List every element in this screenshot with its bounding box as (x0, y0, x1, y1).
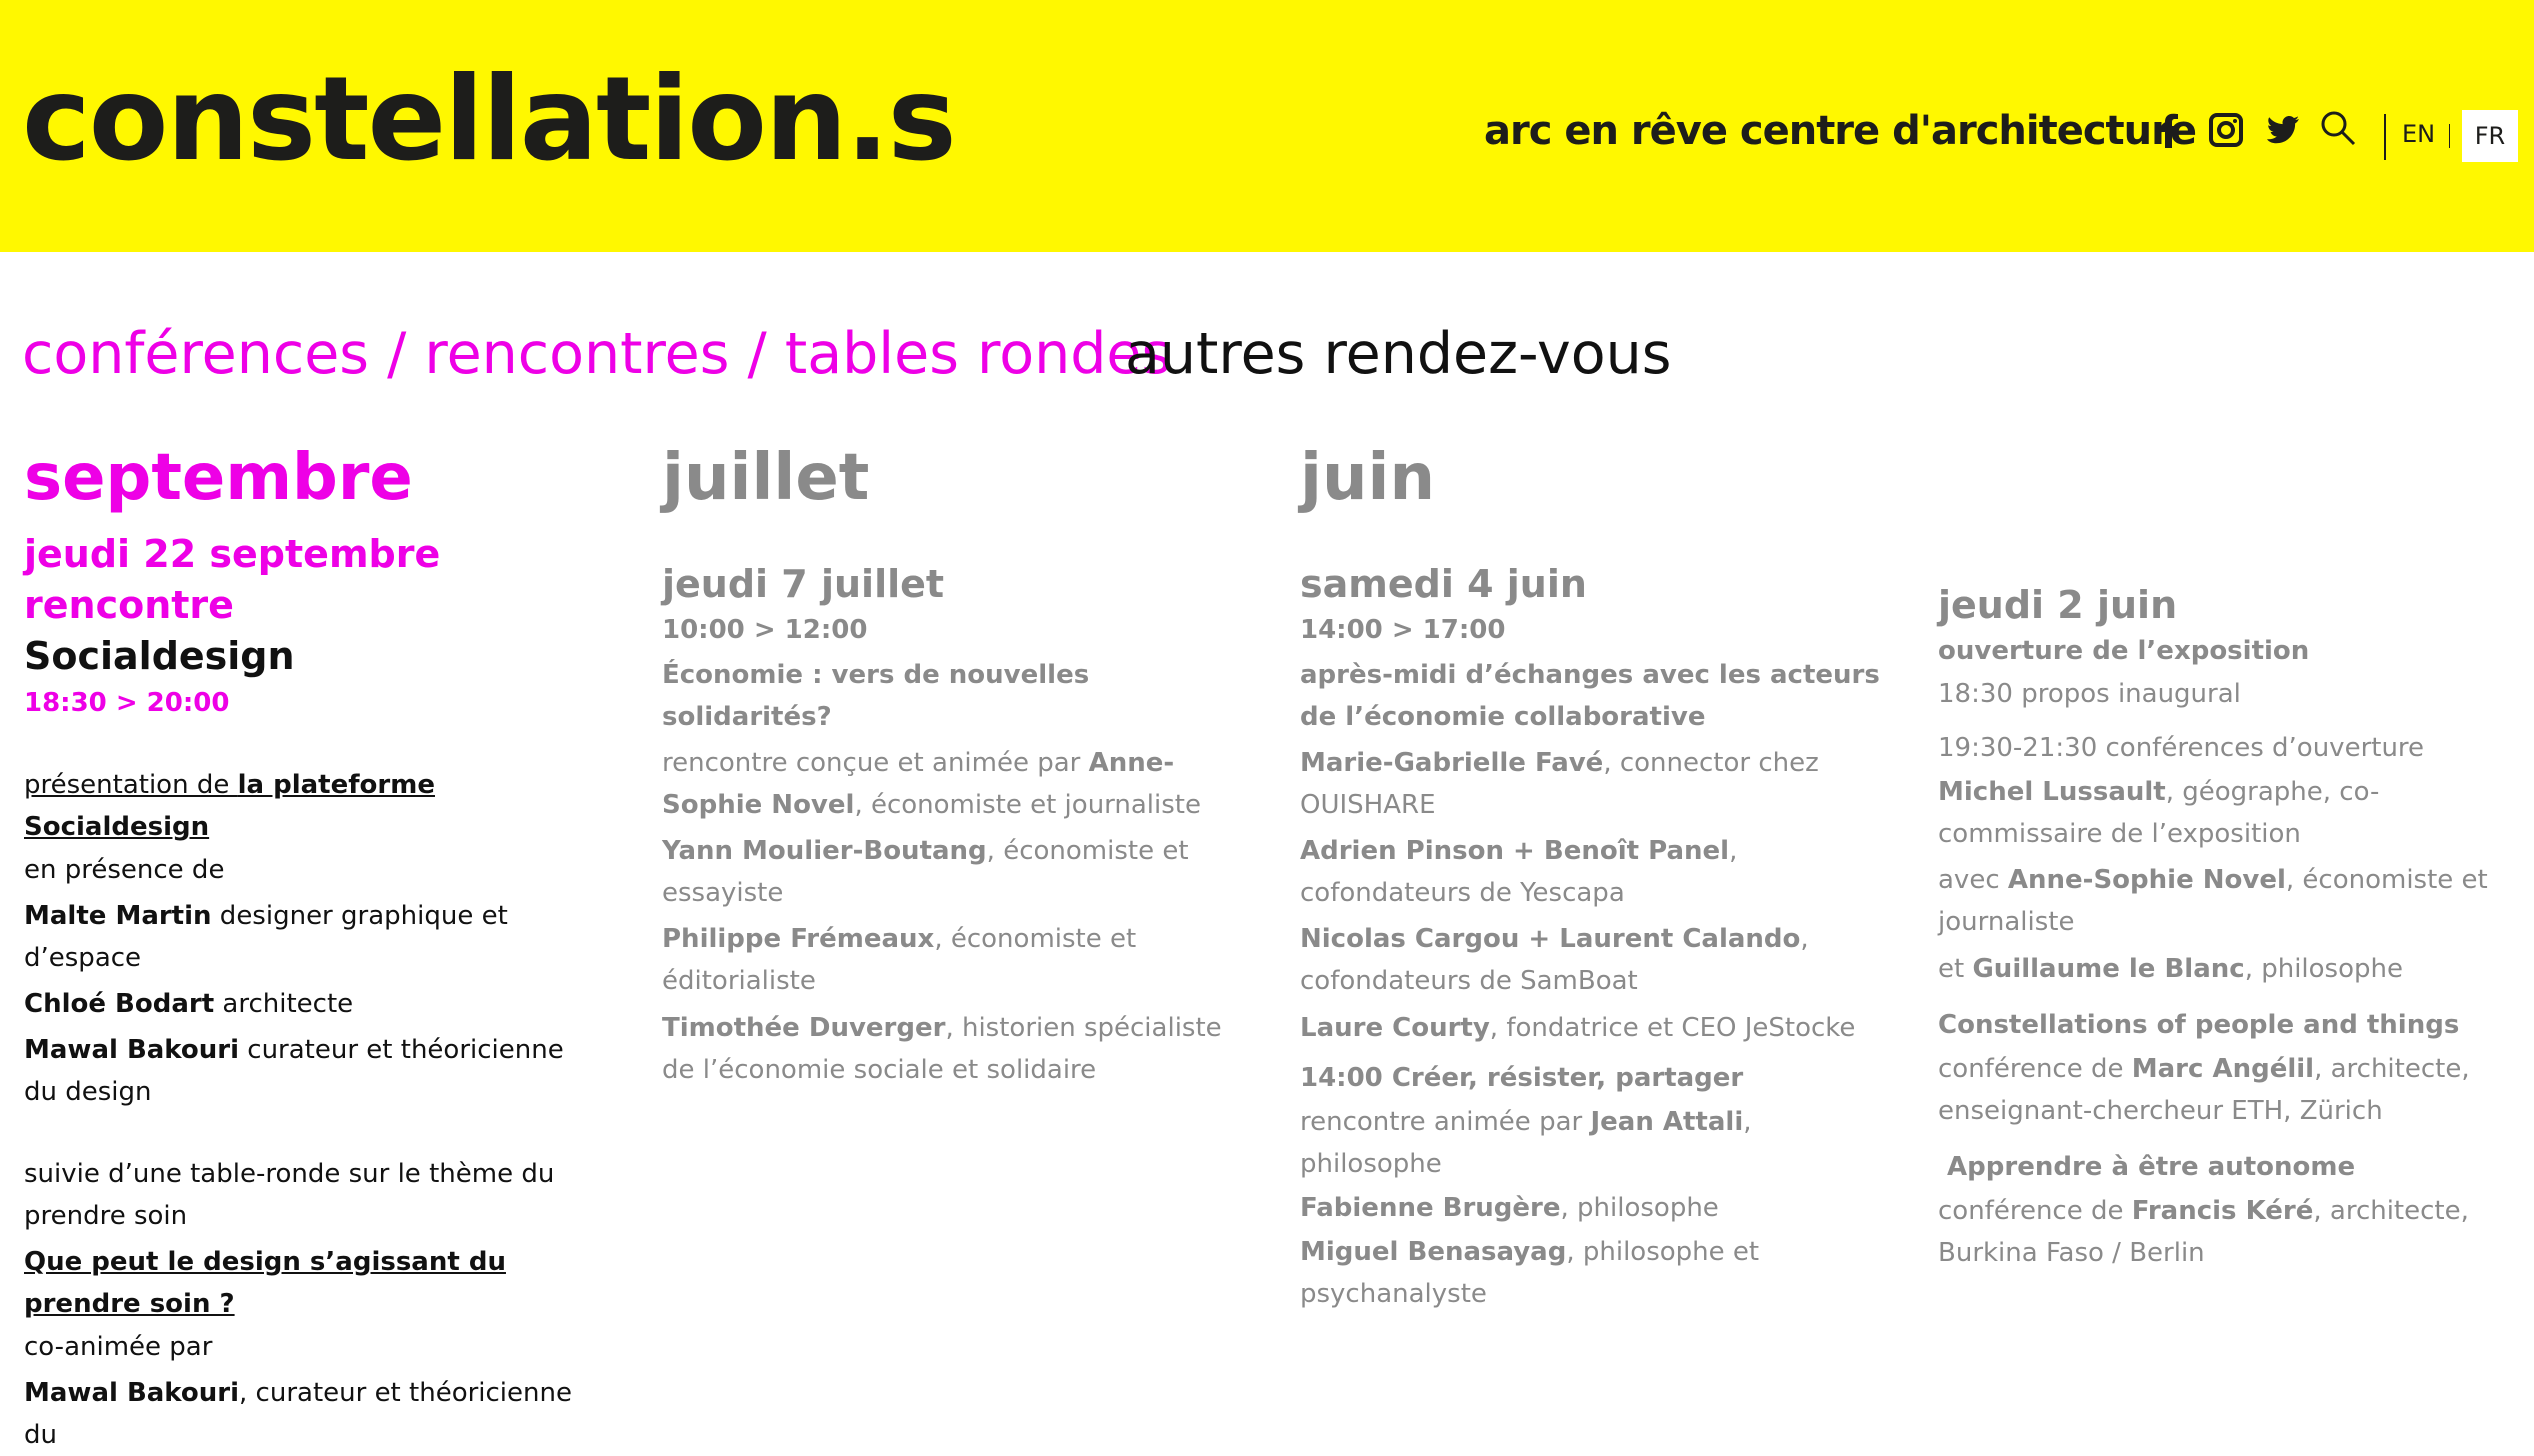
speaker: Mawal Bakouri, curateur et théoricienne … (24, 1372, 604, 1456)
speaker: Mawal Bakouri curateur et théoricienne d… (24, 1029, 604, 1113)
speaker-name: Miguel Benasayag (1300, 1237, 1567, 1268)
event-title: Socialdesign (24, 634, 295, 679)
event-date: jeudi 22 septembre (24, 531, 441, 576)
speaker: Timothée Duverger, historien spécialiste… (662, 1007, 1242, 1091)
speaker-name: Yann Moulier-Boutang (662, 836, 987, 867)
event-time: 14:00 > 17:00 (1300, 615, 1506, 646)
speaker: Laure Courty, fondatrice et CEO JeStocke (1300, 1007, 1880, 1049)
speaker-name: Adrien Pinson + Benoît Panel (1300, 836, 1730, 867)
speaker: avec Anne-Sophie Novel, économiste et jo… (1938, 859, 2518, 943)
speaker-role: , philosophe (1560, 1193, 1719, 1223)
facebook-icon[interactable] (2150, 110, 2190, 150)
speaker: Fabienne Brugère, philosophe (1300, 1187, 1880, 1229)
speaker-name: Mawal Bakouri (24, 1034, 240, 1065)
event-time: 19:30-21:30 conférences d’ouverture (1938, 733, 2425, 763)
speaker: Yann Moulier-Boutang, économiste et essa… (662, 830, 1242, 914)
search-icon[interactable] (2318, 108, 2358, 148)
speaker: Malte Martin designer graphique et d’esp… (24, 895, 604, 979)
speaker-name: Laure Courty (1300, 1012, 1490, 1043)
tab-conferences[interactable]: conférences / rencontres / tables rondes (22, 320, 1171, 388)
speaker: Nicolas Cargou + Laurent Calando, cofond… (1300, 918, 1880, 1002)
column-juin: juin samedi 4 juin 14:00 > 17:00 après-m… (1300, 440, 1880, 1315)
tab-autres-rendez-vous[interactable]: autres rendez-vous (1125, 320, 1671, 388)
speaker: Philippe Frémeaux, économiste et éditori… (662, 918, 1242, 1002)
speaker-name: Philippe Frémeaux (662, 924, 935, 955)
event-subtitle: ouverture de l’exposition (1938, 636, 2310, 667)
presence-text: en présence de (24, 854, 225, 885)
speaker-name: Malte Martin (24, 900, 212, 931)
host-line: rencontre conçue et animée par Anne-Soph… (662, 742, 1242, 826)
event-topic: Économie : vers de nouvelles solidarités… (662, 659, 1090, 732)
event-time: 18:30 propos inaugural (1938, 678, 2241, 709)
coanimated-text: co-animée par (24, 1331, 213, 1362)
column-juin-2: jeudi 2 juin ouverture de l’exposition 1… (1938, 580, 2518, 1274)
event-time: 10:00 > 12:00 (662, 615, 868, 646)
speaker: conférence de Marc Angélil, architecte, … (1938, 1048, 2518, 1132)
event-topic: 14:00 Créer, résister, partager (1300, 1062, 1744, 1093)
host-intro: rencontre animée par (1300, 1106, 1591, 1137)
speaker-name: Francis Kéré (2131, 1196, 2314, 1227)
host-line: rencontre animée par Jean Attali, philos… (1300, 1101, 1880, 1185)
speaker: Adrien Pinson + Benoît Panel, cofondateu… (1300, 830, 1880, 914)
month-heading: septembre (24, 441, 413, 515)
speaker: Michel Lussault, géographe, co-commissai… (1938, 771, 2518, 855)
month-heading: juin (1300, 441, 1435, 515)
month-heading: juillet (662, 441, 870, 515)
speaker-role: , fondatrice et CEO JeStocke (1489, 1012, 1856, 1043)
connector-text: conférence de (1938, 1053, 2132, 1084)
column-septembre: septembre jeudi 22 septembre rencontre S… (24, 440, 604, 1456)
speaker-name: Jean Attali (1590, 1106, 1744, 1137)
speaker-role: , économiste et journaliste (854, 790, 1201, 821)
divider (2449, 124, 2450, 148)
event-date: samedi 4 juin (1300, 561, 1587, 606)
speaker-name: Chloé Bodart (24, 988, 215, 1019)
org-link[interactable]: arc en rêve centre d'architecture (1484, 108, 2197, 154)
speaker: Chloé Bodart architecte (24, 983, 604, 1025)
site-header: constellation.s arc en rêve centre d'arc… (0, 0, 2534, 252)
instagram-icon[interactable] (2206, 110, 2246, 150)
speaker-role: architecte (214, 988, 354, 1019)
speaker: Marie-Gabrielle Favé, connector chez OUI… (1300, 742, 1880, 826)
connector-text: avec (1938, 865, 2008, 896)
speaker: conférence de Francis Kéré, architecte, … (1938, 1190, 2518, 1274)
speaker-name: Michel Lussault (1938, 777, 2166, 808)
site-logo[interactable]: constellation.s (22, 62, 957, 178)
speaker-name: Fabienne Brugère (1300, 1193, 1561, 1223)
event-date: jeudi 2 juin (1938, 583, 2178, 627)
speaker-name: Marie-Gabrielle Favé (1300, 747, 1604, 778)
speaker: et Guillaume le Blanc, philosophe (1938, 948, 2518, 990)
event-date: jeudi 7 juillet (662, 561, 945, 606)
divider (2384, 114, 2386, 160)
speaker-name: Anne-Sophie Novel (2007, 865, 2286, 896)
twitter-icon[interactable] (2262, 110, 2302, 150)
platform-link[interactable]: présentation de la plateforme Socialdesi… (24, 764, 604, 848)
column-juillet: juillet jeudi 7 juillet 10:00 > 12:00 Éc… (662, 440, 1242, 1091)
speaker-role: , philosophe (2244, 953, 2403, 984)
conference-title: Constellations of people and things (1938, 1009, 2460, 1040)
event-time: 18:30 > 20:00 (24, 687, 230, 718)
lang-en-button[interactable]: EN (2402, 120, 2435, 148)
speaker-name: Marc Angélil (2131, 1053, 2315, 1084)
followed-text: suivie d’une table-ronde sur le thème du… (24, 1159, 555, 1232)
host-intro: rencontre conçue et animée par (662, 747, 1089, 778)
speaker-name: Nicolas Cargou + Laurent Calando (1300, 924, 1801, 955)
question-link[interactable]: Que peut le design s’agissant du prendre… (24, 1241, 604, 1325)
lang-fr-button[interactable]: FR (2462, 110, 2518, 162)
speaker-name: Guillaume le Blanc (1972, 953, 2245, 984)
conference-title: Apprendre à être autonome (1938, 1151, 2356, 1182)
connector-text: et (1938, 953, 1973, 984)
event-kind: rencontre (24, 583, 234, 628)
connector-text: conférence de (1938, 1196, 2132, 1227)
speaker: Miguel Benasayag, philosophe et psychana… (1300, 1231, 1880, 1315)
link-text: présentation de (24, 770, 238, 801)
event-topic: après-midi d’échanges avec les acteurs d… (1300, 659, 1880, 732)
speaker-name: Mawal Bakouri (24, 1377, 240, 1408)
speaker-name: Timothée Duverger (662, 1012, 946, 1043)
